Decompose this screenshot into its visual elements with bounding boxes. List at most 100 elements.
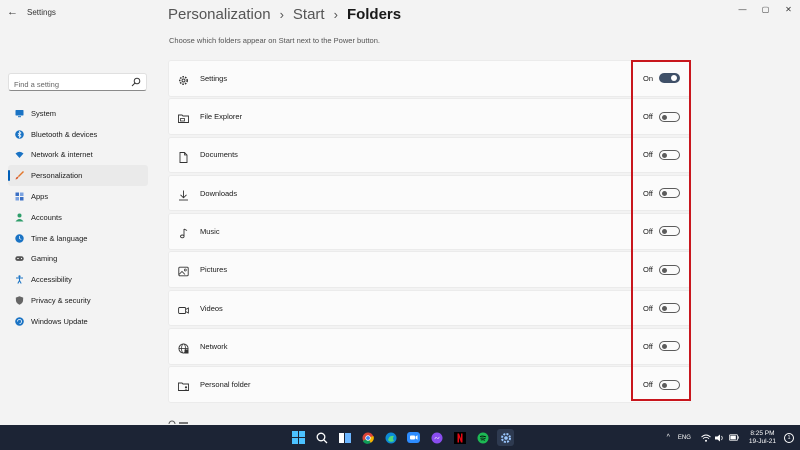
sidebar-item-accessibility[interactable]: Accessibility <box>8 269 148 290</box>
close-button[interactable]: ✕ <box>777 0 800 18</box>
app-title: Settings <box>27 8 56 17</box>
system-tray: ^ ENG 8:25 PM 19-Jul-21 1 <box>667 425 800 450</box>
gamepad-icon <box>15 254 24 263</box>
sidebar-item-label: Accessibility <box>31 275 72 285</box>
task-view-icon[interactable] <box>336 429 353 446</box>
folder-row-pictures: Pictures Off <box>168 251 691 288</box>
edge-icon[interactable] <box>382 429 399 446</box>
sidebar-item-label: Personalization <box>31 171 83 181</box>
sidebar-item-label: Bluetooth & devices <box>31 129 98 139</box>
folder-row-network: Network Off <box>168 328 691 365</box>
spotify-icon[interactable] <box>474 429 491 446</box>
wifi-icon <box>15 150 24 159</box>
messenger-icon[interactable] <box>428 429 445 446</box>
chrome-icon[interactable] <box>359 429 376 446</box>
personal-folder-icon <box>178 379 189 392</box>
monitor-icon <box>15 109 24 118</box>
chevron-up-icon[interactable]: ^ <box>667 434 670 441</box>
folder-row-downloads: Downloads Off <box>168 174 691 212</box>
zoom-icon[interactable] <box>405 429 422 446</box>
sidebar-item-label: Windows Update <box>31 316 88 326</box>
folder-label: Pictures <box>200 265 228 275</box>
page-subtitle: Choose which folders appear on Start nex… <box>169 36 380 45</box>
folder-row-music: Music Off <box>168 213 691 250</box>
volume-icon[interactable] <box>714 433 725 443</box>
battery-icon[interactable] <box>728 433 739 443</box>
folder-label: Documents <box>200 150 238 160</box>
person-icon <box>15 213 24 222</box>
sidebar-item-bluetooth-and-devices[interactable]: Bluetooth & devices <box>8 124 148 145</box>
windows-start-icon[interactable] <box>290 429 307 446</box>
wifi-tray-icon[interactable] <box>701 433 711 443</box>
sidebar-item-label: Privacy & security <box>31 296 91 306</box>
folder-row-videos: Videos Off <box>168 289 691 327</box>
maximize-button[interactable]: ▢ <box>754 0 777 18</box>
minimize-button[interactable]: — <box>731 0 754 18</box>
network-globe-icon <box>178 341 189 354</box>
sidebar-item-personalization[interactable]: Personalization <box>8 165 148 187</box>
folder-label: File Explorer <box>200 112 243 122</box>
sidebar-item-network-and-internet[interactable]: Network & internet <box>8 145 148 166</box>
sidebar-item-gaming[interactable]: Gaming <box>8 249 148 270</box>
taskbar-apps <box>290 429 520 446</box>
breadcrumb-separator: › <box>279 7 284 22</box>
folder-label: Settings <box>200 73 228 83</box>
download-icon <box>178 188 189 201</box>
highlight-annotation-box <box>631 60 691 401</box>
video-icon <box>178 303 189 314</box>
brush-icon <box>15 171 24 180</box>
breadcrumb: Personalization › Start › Folders <box>168 6 401 23</box>
clock-date: 19-Jul-21 <box>748 437 776 445</box>
breadcrumb-personalization[interactable]: Personalization <box>168 6 271 23</box>
file-explorer-icon <box>178 111 189 124</box>
globe-clock-icon <box>15 233 24 243</box>
sidebar-item-label: Time & language <box>31 233 88 243</box>
apps-icon <box>15 192 24 201</box>
sidebar-item-time-and-language[interactable]: Time & language <box>8 228 148 249</box>
settings-taskbar-icon[interactable] <box>497 429 514 446</box>
sidebar-nav: System Bluetooth & devices Network & inter… <box>8 103 148 332</box>
search-input[interactable] <box>9 76 129 93</box>
music-note-icon <box>178 226 189 239</box>
sidebar-item-accounts[interactable]: Accounts <box>8 207 148 228</box>
folder-list: Settings On File Explorer Off Documents Off Do… <box>168 60 691 405</box>
window-controls: — ▢ ✕ <box>731 0 800 18</box>
breadcrumb-start[interactable]: Start <box>293 6 325 23</box>
netflix-icon[interactable] <box>451 429 468 446</box>
folder-label: Downloads <box>200 188 238 198</box>
gear-icon <box>178 73 189 85</box>
folder-label: Videos <box>200 303 223 313</box>
folder-row-documents: Documents Off <box>168 136 691 174</box>
picture-icon <box>178 264 189 277</box>
folder-row-settings: Settings On <box>168 60 691 97</box>
clock[interactable]: 8:25 PM 19-Jul-21 <box>749 430 776 446</box>
breadcrumb-separator: › <box>333 7 338 22</box>
clock-time: 8:25 PM <box>750 429 775 437</box>
folder-row-file-explorer: File Explorer Off <box>168 98 691 135</box>
sidebar-item-label: Apps <box>31 192 49 202</box>
update-icon <box>15 317 24 326</box>
sidebar-item-windows-update[interactable]: Windows Update <box>8 311 148 332</box>
accessibility-icon <box>15 275 24 285</box>
sidebar-item-label: System <box>31 108 57 118</box>
help-icon[interactable] <box>168 416 188 424</box>
search-taskbar-icon[interactable] <box>313 429 330 446</box>
language-indicator[interactable]: ENG <box>678 435 691 441</box>
sidebar-item-apps[interactable]: Apps <box>8 186 148 207</box>
taskbar: ^ ENG 8:25 PM 19-Jul-21 1 <box>0 425 800 450</box>
search-box <box>8 73 147 93</box>
folder-label: Network <box>200 341 228 351</box>
folder-label: Personal folder <box>200 380 251 390</box>
back-arrow-icon[interactable]: ← <box>7 6 19 18</box>
search-icon[interactable] <box>131 77 141 87</box>
folder-label: Music <box>200 226 220 236</box>
sidebar-item-privacy-and-security[interactable]: Privacy & security <box>8 290 148 311</box>
notification-badge[interactable]: 1 <box>784 432 794 443</box>
sidebar-item-system[interactable]: System <box>8 103 148 124</box>
folder-row-personal-folder: Personal folder Off <box>168 366 691 403</box>
sidebar-item-label: Gaming <box>31 254 58 264</box>
sidebar-item-label: Network & internet <box>31 150 93 160</box>
sidebar-item-label: Accounts <box>31 212 62 222</box>
bluetooth-icon <box>15 129 24 139</box>
shield-icon <box>15 296 24 305</box>
